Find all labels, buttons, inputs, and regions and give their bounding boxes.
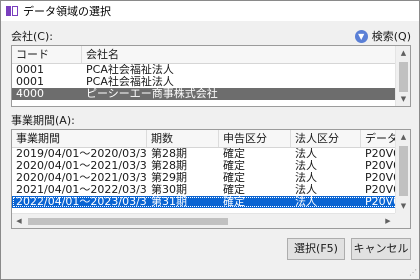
scroll-up-arrow-icon[interactable]: ▲: [396, 130, 410, 144]
scroll-thumb[interactable]: [28, 218, 228, 225]
scroll-thumb[interactable]: [399, 146, 408, 196]
company-code: 0001: [16, 76, 44, 88]
dialog-window: データ領域の選択 会社(C): ▼ 検索(Q) コード 会社名 0001 PCA…: [0, 0, 420, 280]
period-cell: 2022/04/01～2023/03/31: [16, 196, 147, 208]
company-row[interactable]: 0001 PCA社会福祉法人: [12, 64, 410, 76]
corp-cell: 法人: [295, 148, 317, 160]
column-header-filing-type[interactable]: 申告区分: [219, 130, 291, 147]
column-header-corp-type[interactable]: 法人区分: [291, 130, 361, 147]
company-label-row: 会社(C): ▼ 検索(Q): [11, 28, 411, 44]
company-name: PCA社会福祉法人: [86, 64, 174, 76]
company-grid[interactable]: コード 会社名 0001 PCA社会福祉法人 0001 PCA社会福祉法人 40…: [11, 45, 411, 107]
period-grid[interactable]: 事業期間 期数 申告区分 法人区分 データ 2019/04/01～2020/03…: [11, 129, 411, 229]
company-code: 4000: [16, 88, 44, 100]
scroll-down-arrow-icon[interactable]: ▼: [396, 199, 410, 213]
scroll-thumb[interactable]: [399, 62, 408, 92]
period-row[interactable]: 2021/04/01～2022/03/31 第30期 確定 法人 P20V01C: [12, 184, 410, 196]
column-header-term[interactable]: 期数: [147, 130, 219, 147]
term-cell: 第28期: [151, 160, 187, 172]
title-bar: データ領域の選択: [1, 1, 419, 21]
resize-grip-icon[interactable]: ⋰: [409, 269, 417, 277]
company-name: ピーシーエー商事株式会社: [86, 88, 218, 100]
period-cell: 2020/04/01～2021/03/31: [16, 160, 147, 172]
period-grid-header: 事業期間 期数 申告区分 法人区分 データ: [12, 130, 410, 148]
column-header-code[interactable]: コード: [12, 46, 82, 63]
search-button-label: 検索(Q): [371, 30, 411, 43]
column-header-period[interactable]: 事業期間: [12, 130, 147, 147]
filing-cell: 確定: [223, 148, 245, 160]
company-vertical-scrollbar[interactable]: ▲ ▼: [395, 46, 410, 106]
app-icon: [5, 4, 19, 18]
cancel-button[interactable]: キャンセル: [351, 238, 411, 260]
corp-cell: 法人: [295, 172, 317, 184]
select-button[interactable]: 選択(F5): [287, 238, 345, 260]
period-vertical-scrollbar[interactable]: ▲ ▼: [395, 130, 410, 213]
chevron-down-icon: ▼: [354, 29, 368, 43]
search-button[interactable]: ▼ 検索(Q): [354, 28, 411, 44]
window-title: データ領域の選択: [23, 5, 111, 18]
company-name: PCA社会福祉法人: [86, 76, 174, 88]
period-row[interactable]: 2020/04/01～2021/03/31 第28期 確定 法人 P20V01C: [12, 160, 410, 172]
corp-cell: 法人: [295, 196, 317, 208]
period-horizontal-scrollbar[interactable]: ◀ ▶: [12, 213, 395, 228]
corp-cell: 法人: [295, 160, 317, 172]
scroll-right-arrow-icon[interactable]: ▶: [381, 214, 395, 228]
filing-cell: 確定: [223, 196, 245, 208]
filing-cell: 確定: [223, 160, 245, 172]
company-label: 会社(C):: [11, 30, 53, 43]
period-cell: 2019/04/01～2020/03/31: [16, 148, 147, 160]
scrollbar-corner: [395, 213, 410, 228]
term-cell: 第28期: [151, 148, 187, 160]
period-cell: 2021/04/01～2022/03/31: [16, 184, 147, 196]
term-cell: 第29期: [151, 172, 187, 184]
period-cell: 2020/04/01～2021/03/31: [16, 172, 147, 184]
filing-cell: 確定: [223, 184, 245, 196]
scroll-down-arrow-icon[interactable]: ▼: [396, 92, 410, 106]
scroll-left-arrow-icon[interactable]: ◀: [12, 214, 26, 228]
period-row-selected[interactable]: 2022/04/01～2023/03/31 第31期 確定 法人 P20V01C: [12, 196, 410, 208]
period-label: 事業期間(A):: [11, 114, 75, 127]
company-grid-header: コード 会社名: [12, 46, 410, 64]
company-row-selected[interactable]: 4000 ピーシーエー商事株式会社: [12, 88, 410, 100]
term-cell: 第30期: [151, 184, 187, 196]
period-row[interactable]: 2019/04/01～2020/03/31 第28期 確定 法人 P20V01C: [12, 148, 410, 160]
corp-cell: 法人: [295, 184, 317, 196]
scroll-up-arrow-icon[interactable]: ▲: [396, 46, 410, 60]
term-cell: 第31期: [151, 196, 187, 208]
company-row[interactable]: 0001 PCA社会福祉法人: [12, 76, 410, 88]
period-row[interactable]: 2020/04/01～2021/03/31 第29期 確定 法人 P20V01C: [12, 172, 410, 184]
filing-cell: 確定: [223, 172, 245, 184]
column-header-company-name[interactable]: 会社名: [82, 46, 396, 63]
company-code: 0001: [16, 64, 44, 76]
